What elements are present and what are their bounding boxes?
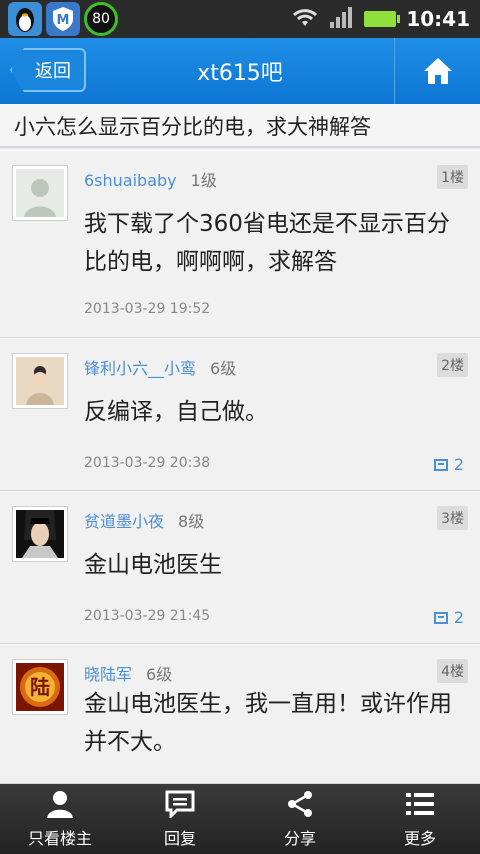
svg-text:M: M (57, 13, 70, 28)
svg-text:陆: 陆 (30, 675, 50, 699)
post-item[interactable]: 贫道墨小夜 8级 3楼 金山电池医生 2013-03-29 21:45 2 (0, 491, 480, 644)
reply-count-button[interactable]: 2 (433, 455, 464, 474)
home-icon (423, 58, 452, 84)
post-item[interactable]: 锋利小六__小鸾 6级 2楼 反编译，自己做。 2013-03-29 20:38 … (0, 338, 480, 491)
security-shield-icon: M (46, 2, 80, 36)
bottom-toolbar: 只看楼主 回复 分享 更多 (0, 784, 480, 854)
share-icon (285, 789, 315, 819)
post-time: 2013-03-29 21:45 (84, 608, 211, 624)
post-content: 金山电池医生，我一直用！或许作用并不大。 (84, 691, 452, 755)
avatar[interactable] (12, 353, 68, 409)
app-header: 返回 xt615吧 (0, 38, 480, 104)
avatar[interactable] (12, 506, 68, 562)
reply-count-button[interactable]: 2 (433, 608, 464, 627)
share-label: 分享 (283, 829, 316, 848)
post-author[interactable]: 晓陆军 6级 (84, 661, 172, 685)
post-author[interactable]: 贫道墨小夜 8级 (84, 508, 204, 532)
floor-badge: 1楼 (437, 165, 468, 189)
post-content: 金山电池医生 (84, 552, 222, 578)
more-label: 更多 (403, 829, 436, 848)
post-content: 反编译，自己做。 (84, 399, 268, 425)
avatar[interactable] (12, 165, 68, 221)
status-bar: M 80 10:41 (0, 0, 480, 38)
qq-notification-icon (8, 2, 42, 36)
post-author[interactable]: 锋利小六__小鸾 6级 (84, 355, 236, 379)
thread-title: 小六怎么显示百分比的电，求大神解答 (0, 104, 480, 148)
author-only-button[interactable]: 只看楼主 (0, 784, 120, 854)
clock: 10:41 (406, 7, 470, 31)
comment-icon (433, 458, 448, 471)
post-item[interactable]: 陆 晓陆军 6级 4楼 金山电池医生，我一直用！或许作用并不大。 (0, 644, 480, 784)
home-button[interactable] (394, 38, 480, 104)
person-icon (45, 789, 75, 819)
author-only-label: 只看楼主 (27, 829, 92, 848)
floor-badge: 3楼 (437, 506, 468, 530)
post-list[interactable]: 6shuaibaby 1级 1楼 我下载了个360省电还是不显示百分比的电，啊啊啊… (0, 150, 480, 784)
post-content: 我下载了个360省电还是不显示百分比的电，啊啊啊，求解答 (84, 211, 450, 275)
wifi-icon (290, 6, 320, 32)
share-button[interactable]: 分享 (240, 784, 360, 854)
comment-icon (433, 611, 448, 624)
signal-icon (330, 6, 354, 32)
more-button[interactable]: 更多 (360, 784, 480, 854)
post-item[interactable]: 6shuaibaby 1级 1楼 我下载了个360省电还是不显示百分比的电，啊啊啊… (0, 150, 480, 338)
post-time: 2013-03-29 20:38 (84, 455, 211, 471)
reply-button[interactable]: 回复 (120, 784, 240, 854)
reply-icon (165, 789, 195, 819)
score-badge: 80 (84, 2, 118, 36)
floor-badge: 4楼 (437, 659, 468, 683)
post-author[interactable]: 6shuaibaby 1级 (84, 167, 217, 191)
post-time: 2013-03-29 19:52 (84, 301, 211, 317)
reply-label: 回复 (163, 829, 196, 848)
avatar[interactable]: 陆 (12, 659, 68, 715)
battery-icon (364, 11, 401, 27)
menu-list-icon (405, 789, 435, 819)
floor-badge: 2楼 (437, 353, 468, 377)
